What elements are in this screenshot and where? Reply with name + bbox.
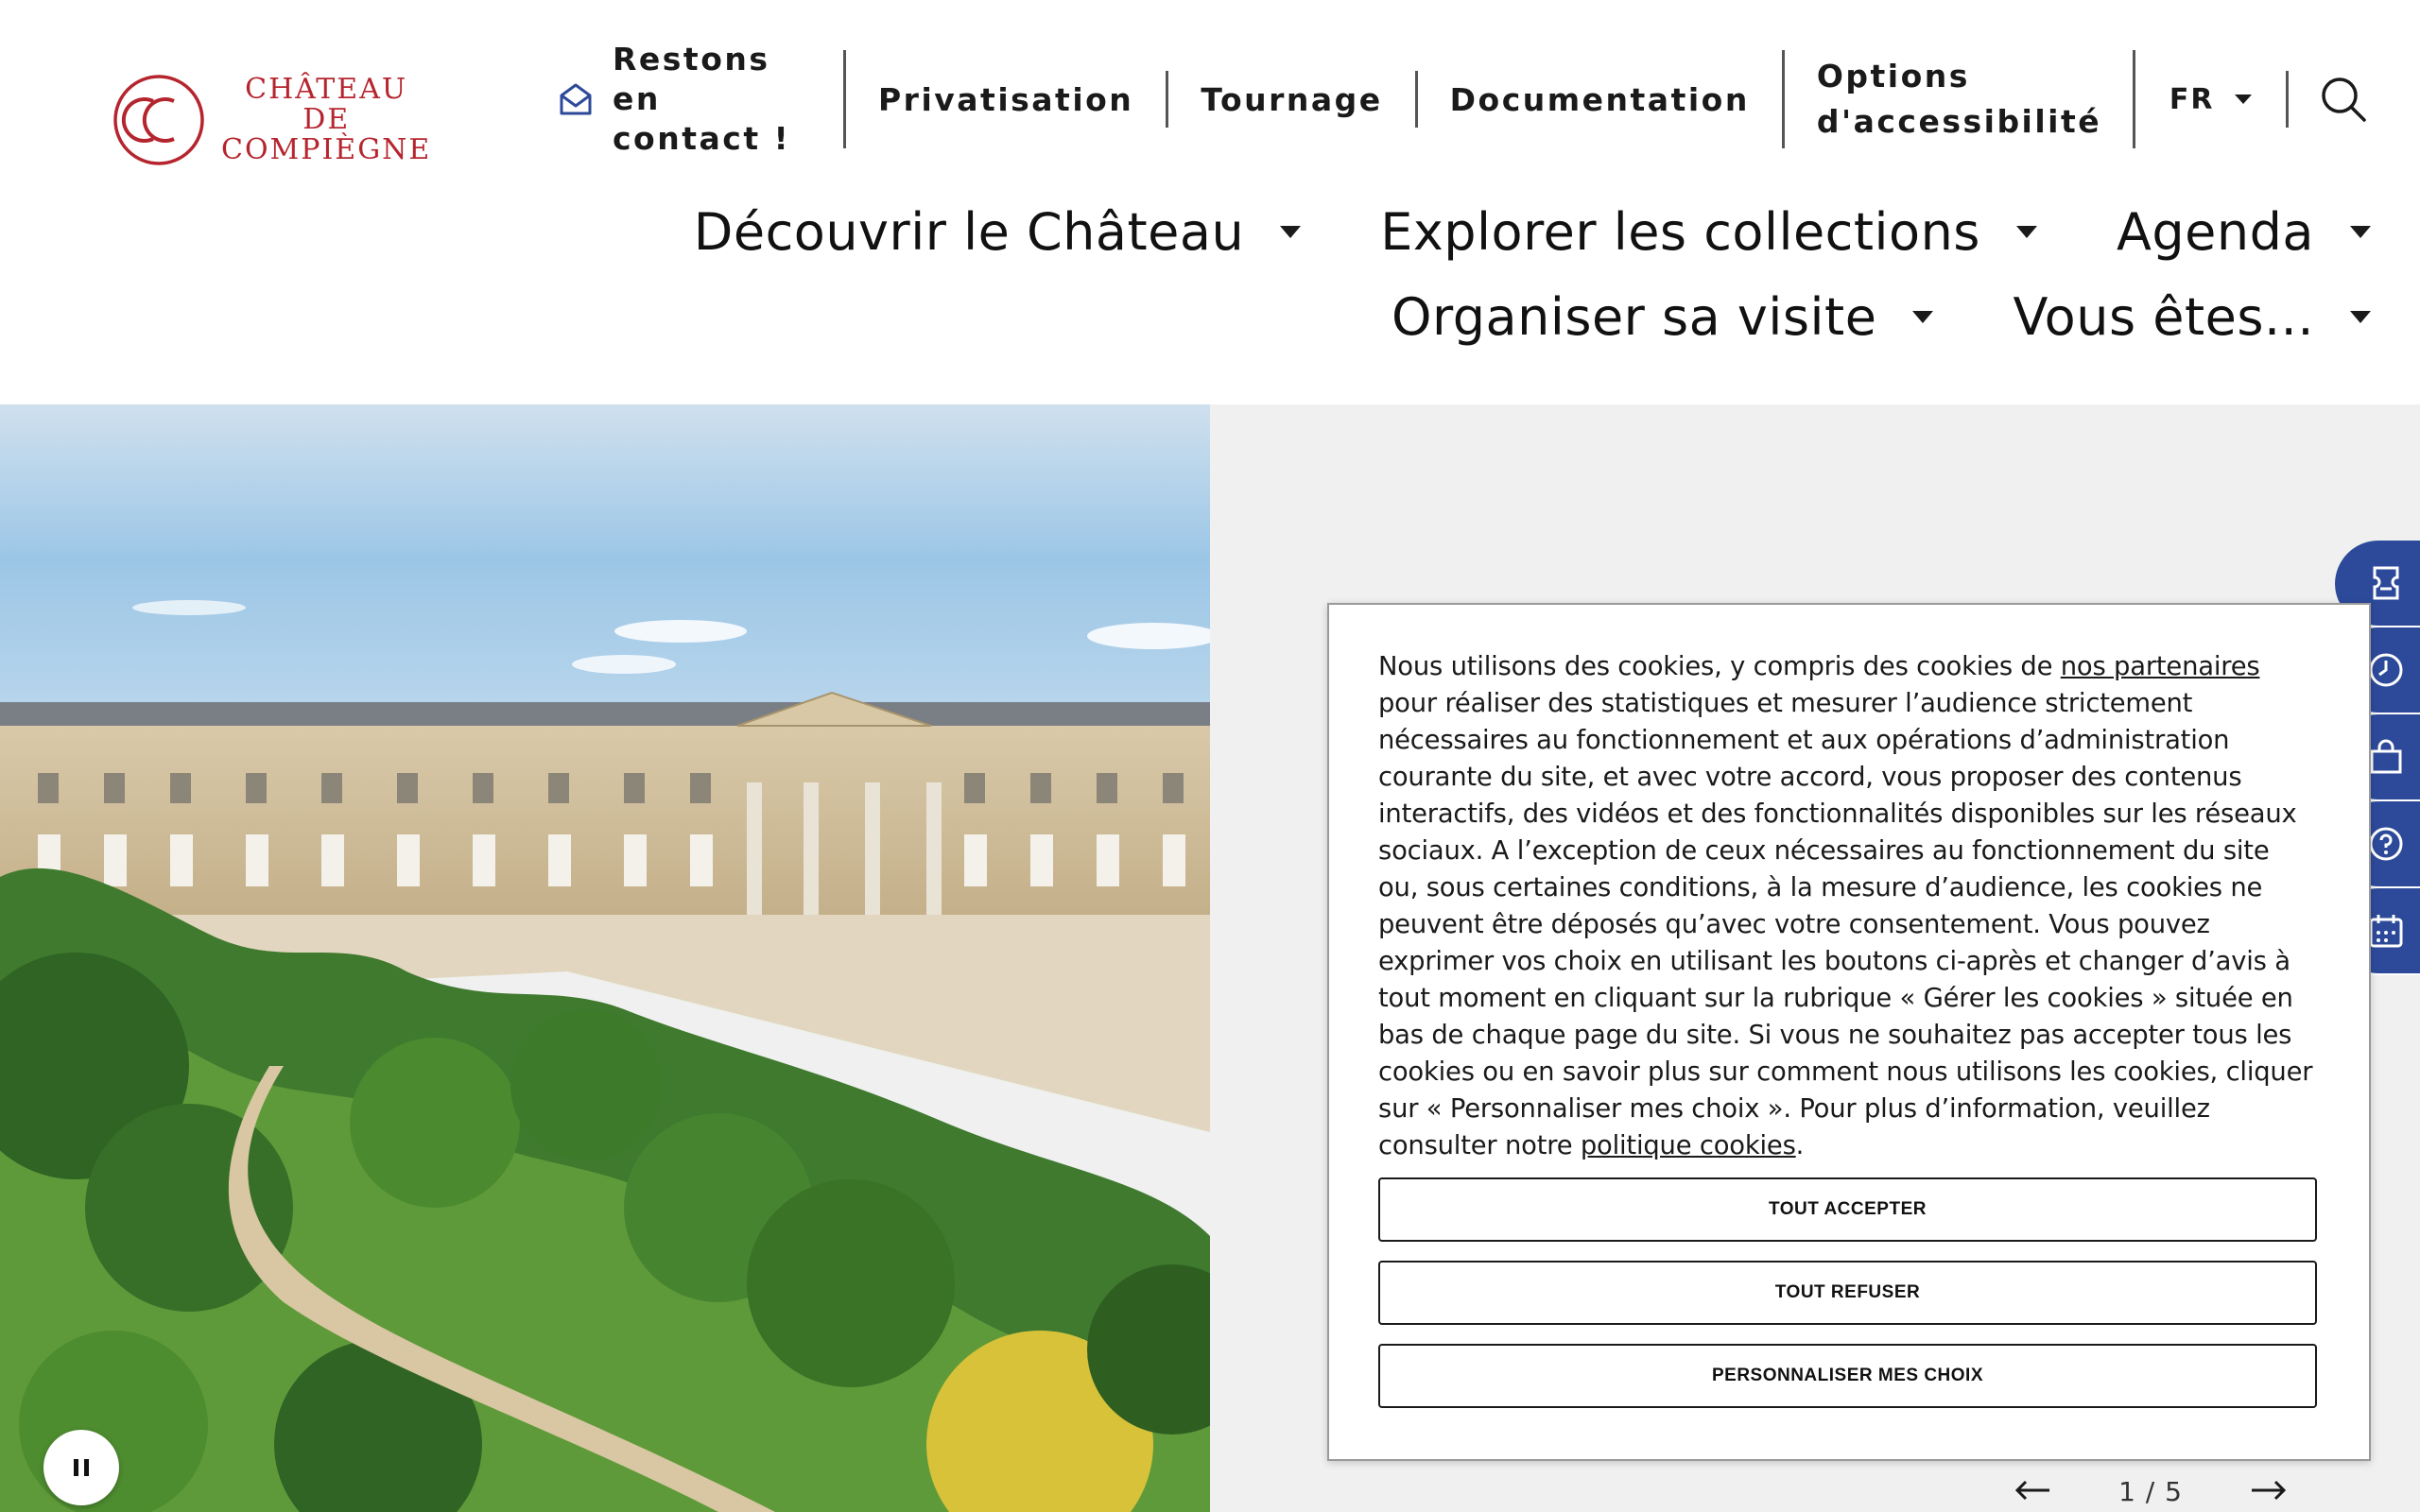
calendar-icon — [2369, 915, 2403, 948]
slider-controls: 1 / 5 — [2014, 1463, 2288, 1512]
hero-image-chateau — [0, 404, 1210, 1512]
contact-label: Restons en contact ! — [613, 40, 811, 159]
logo-line-1: CHÂTEAU — [245, 73, 408, 106]
accessibility-options-link[interactable]: Options d'accessibilité — [1785, 54, 2133, 145]
slider-pause-button[interactable] — [43, 1430, 119, 1505]
privatisation-link[interactable]: Privatisation — [846, 81, 1166, 118]
site-header: CHÂTEAU DE COMPIÈGNE Restons en contact … — [0, 0, 2420, 404]
chevron-down-icon — [2350, 310, 2371, 323]
search-icon — [2322, 77, 2367, 122]
main-nav-row-2: Organiser sa visite Vous êtes... — [575, 274, 2371, 359]
slider-next-button[interactable] — [2250, 1479, 2288, 1504]
accept-all-button[interactable]: TOUT ACCEPTER — [1378, 1177, 2317, 1242]
nav-vous-etes[interactable]: Vous êtes... — [2013, 287, 2371, 347]
cookie-text-part: pour réaliser des statistiques et mesure… — [1378, 689, 2313, 1160]
language-selector[interactable]: FR — [2135, 83, 2287, 116]
contact-label-line2: contact ! — [613, 120, 791, 157]
envelope-icon — [560, 83, 592, 115]
main-nav-row-1: Découvrir le Château Explorer les collec… — [575, 189, 2371, 274]
contact-link[interactable]: Restons en contact ! — [558, 40, 843, 159]
logo-line-2: DE — [302, 103, 351, 136]
cookie-consent-text: Nous utilisons des cookies, y compris de… — [1378, 648, 2316, 1164]
shopping-bag-icon — [2370, 739, 2402, 774]
slide-counter: 1 / 5 — [2118, 1475, 2183, 1507]
pause-icon — [71, 1459, 92, 1476]
partners-link[interactable]: nos partenaires — [2061, 652, 2260, 681]
chevron-down-icon — [2235, 94, 2253, 104]
chateau-photo-illustration — [0, 404, 1210, 1512]
cookie-consent-dialog: Nous utilisons des cookies, y compris de… — [1327, 603, 2371, 1461]
tournage-link[interactable]: Tournage — [1168, 81, 1414, 118]
arrow-left-icon — [2014, 1480, 2049, 1500]
documentation-link[interactable]: Documentation — [1418, 81, 1782, 118]
clock-icon — [2369, 653, 2403, 687]
cookie-policy-link[interactable]: politique cookies — [1581, 1131, 1796, 1160]
cookie-text-part: . — [1795, 1131, 1805, 1160]
chevron-down-icon — [1912, 310, 1934, 323]
chevron-down-icon — [2015, 225, 2037, 238]
nav-label: Vous êtes... — [2013, 286, 2314, 347]
nav-label: Découvrir le Château — [693, 201, 1245, 262]
site-logo[interactable]: CHÂTEAU DE COMPIÈGNE — [112, 68, 433, 172]
customize-choices-button[interactable]: PERSONNALISER MES CHOIX — [1378, 1344, 2317, 1408]
main-nav: Découvrir le Château Explorer les collec… — [575, 189, 2371, 359]
chevron-down-icon — [1280, 225, 1302, 238]
ticket-icon — [2373, 566, 2399, 600]
logo-line-3: COMPIÈGNE — [221, 133, 432, 166]
nav-organiser-visite[interactable]: Organiser sa visite — [1391, 286, 1934, 347]
contact-label-line1: Restons en — [613, 41, 770, 117]
language-value: FR — [2169, 82, 2215, 116]
search-button[interactable] — [2289, 75, 2368, 124]
accessibility-label: Options d'accessibilité — [1817, 54, 2100, 145]
nav-label: Organiser sa visite — [1391, 286, 1877, 347]
nav-agenda[interactable]: Agenda — [2117, 202, 2371, 262]
accessibility-label-line1: Options — [1816, 58, 1970, 94]
logo-monogram-icon — [113, 75, 204, 165]
nav-explorer-collections[interactable]: Explorer les collections — [1380, 202, 2037, 262]
accessibility-label-line2: d'accessibilité — [1816, 103, 2102, 140]
arrow-right-icon — [2252, 1480, 2287, 1500]
refuse-all-button[interactable]: TOUT REFUSER — [1378, 1261, 2317, 1325]
nav-label: Explorer les collections — [1380, 201, 1980, 262]
nav-decouvrir-chateau[interactable]: Découvrir le Château — [693, 201, 1302, 262]
cookie-text-part: Nous utilisons des cookies, y compris de… — [1378, 652, 2061, 681]
chevron-down-icon — [2350, 225, 2371, 238]
nav-label: Agenda — [2116, 201, 2314, 262]
utility-nav: Restons en contact ! Privatisation Tourn… — [558, 38, 2368, 161]
slider-prev-button[interactable] — [2014, 1479, 2051, 1504]
help-icon — [2369, 827, 2403, 861]
logo-wordmark: CHÂTEAU DE COMPIÈGNE — [221, 75, 431, 165]
